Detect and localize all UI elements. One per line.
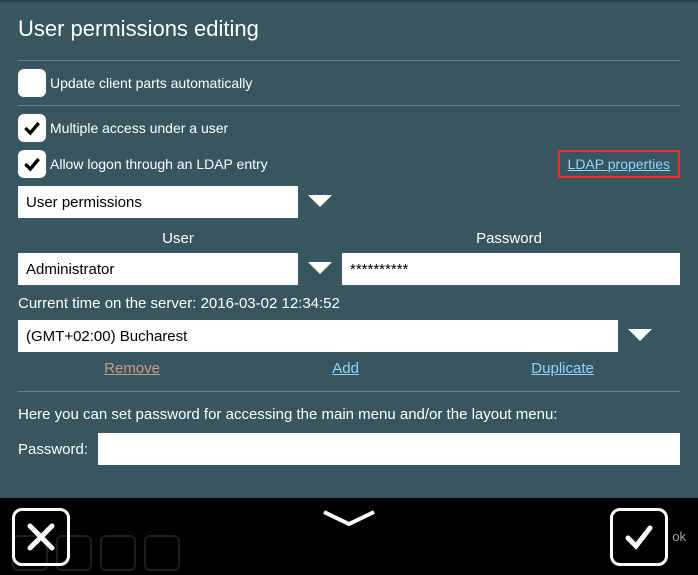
expand-down-icon[interactable]	[322, 510, 376, 528]
header-password: Password	[338, 230, 680, 247]
divider	[18, 391, 680, 392]
check-icon	[22, 154, 42, 174]
checkbox-allow-ldap[interactable]	[18, 150, 46, 178]
checkbox-update-auto-label: Update client parts automatically	[50, 75, 252, 91]
checkbox-allow-ldap-label: Allow logon through an LDAP entry	[50, 156, 268, 172]
add-link[interactable]: Add	[332, 360, 359, 377]
check-icon	[622, 520, 656, 554]
menu-password-label: Password:	[18, 441, 88, 458]
checkbox-update-auto[interactable]	[18, 69, 46, 97]
password-description: Here you can set password for accessing …	[18, 406, 680, 423]
page-title: User permissions editing	[0, 2, 698, 60]
ok-label: ok	[672, 529, 686, 544]
user-password-row	[18, 253, 680, 285]
remove-link[interactable]: Remove	[104, 360, 160, 377]
check-icon	[22, 118, 42, 138]
ldap-properties-highlight: LDAP properties	[558, 150, 680, 178]
menu-password-input[interactable]	[98, 433, 680, 465]
checkbox-multiple-access-row: Multiple access under a user	[18, 114, 680, 142]
permissions-dropdown-row	[18, 186, 680, 218]
chevron-down-icon[interactable]	[306, 260, 334, 278]
checkbox-multiple-access-label: Multiple access under a user	[50, 120, 228, 136]
background-icons	[12, 535, 180, 571]
divider	[18, 60, 680, 61]
column-headers: User Password	[18, 230, 680, 247]
timezone-row	[18, 320, 680, 352]
actions-row: Remove Add Duplicate	[18, 360, 680, 377]
duplicate-link[interactable]: Duplicate	[531, 360, 594, 377]
password-input[interactable]	[342, 253, 680, 285]
chevron-down-icon[interactable]	[306, 193, 334, 211]
permissions-dropdown[interactable]	[18, 186, 298, 218]
checkbox-update-auto-row: Update client parts automatically	[18, 69, 680, 97]
checkbox-multiple-access[interactable]	[18, 114, 46, 142]
server-time-value: 2016-03-02 12:34:52	[201, 295, 340, 312]
chevron-down-icon[interactable]	[626, 327, 654, 345]
ldap-properties-link[interactable]: LDAP properties	[568, 156, 670, 172]
header-user: User	[18, 230, 338, 247]
user-select[interactable]	[18, 253, 298, 285]
timezone-select[interactable]	[18, 320, 618, 352]
server-time: Current time on the server: 2016-03-02 1…	[18, 295, 680, 312]
bottom-bar: ok	[0, 498, 698, 575]
checkbox-ldap-row: Allow logon through an LDAP entry LDAP p…	[18, 150, 680, 178]
divider	[18, 105, 680, 106]
ok-button[interactable]	[610, 508, 668, 566]
server-time-prefix: Current time on the server:	[18, 295, 201, 312]
menu-password-row: Password:	[18, 433, 680, 465]
